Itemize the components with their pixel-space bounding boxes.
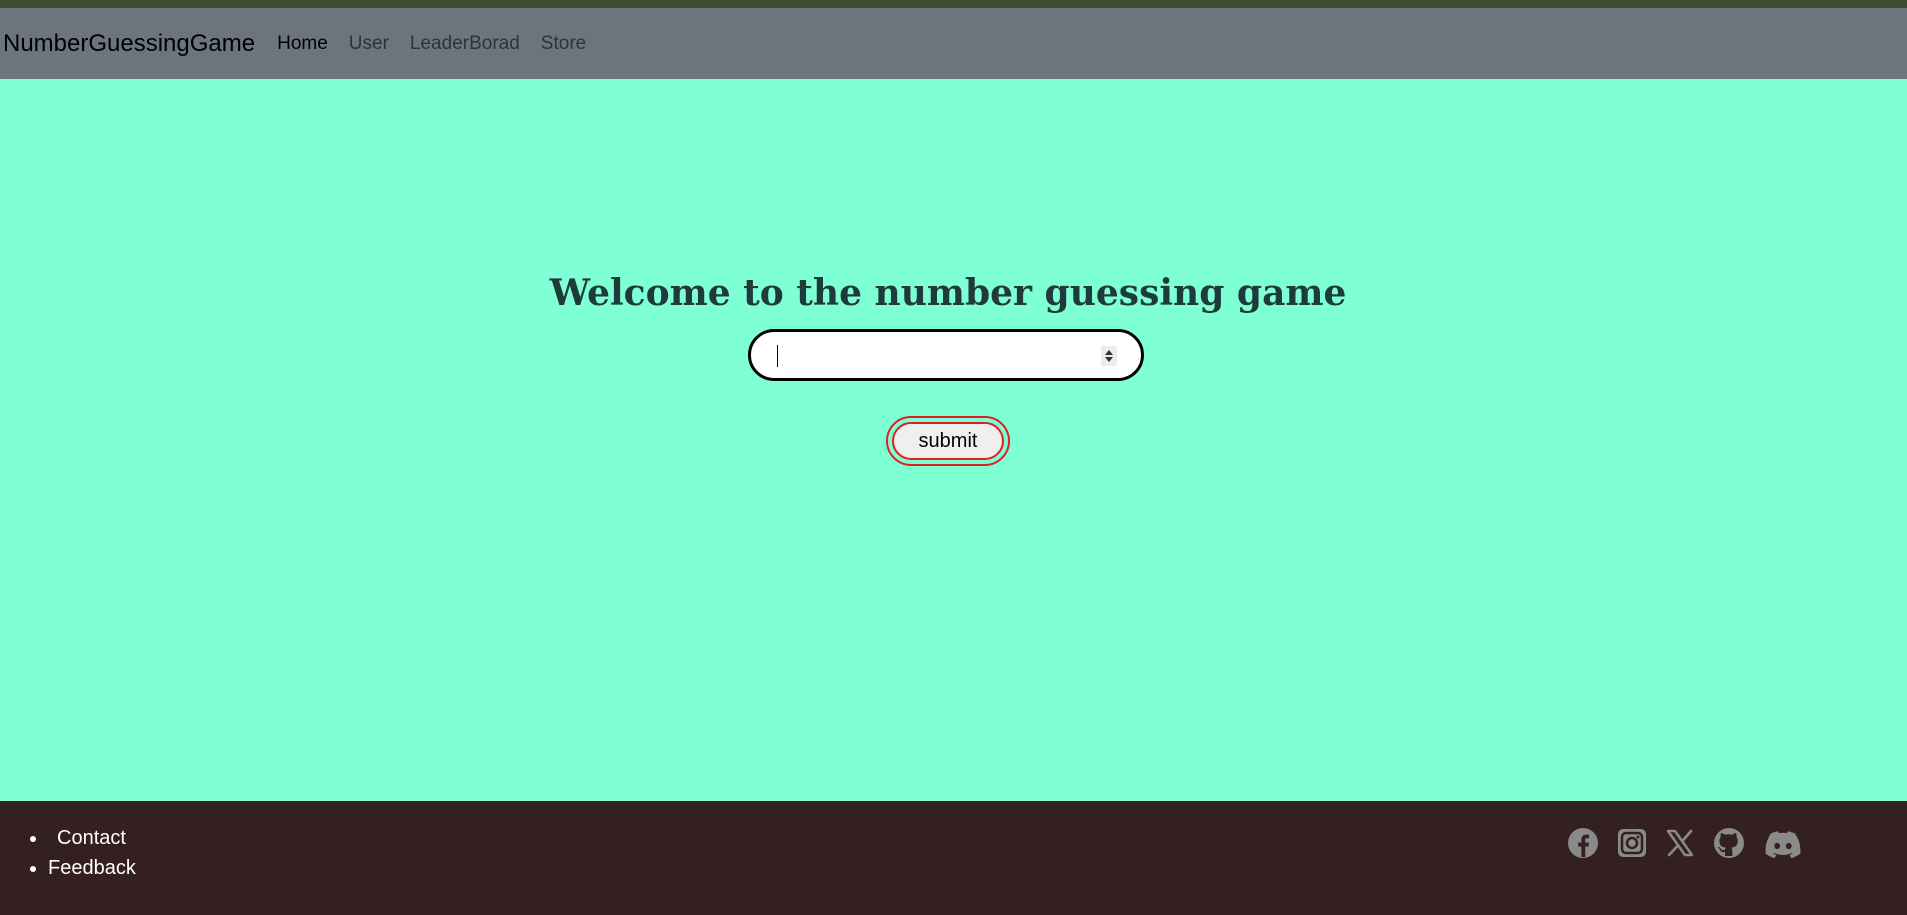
x-icon[interactable] [1663, 826, 1697, 860]
submit-focus-ring: submit [886, 416, 1010, 466]
submit-button[interactable]: submit [892, 422, 1004, 460]
instagram-icon[interactable] [1615, 826, 1649, 860]
nav-user-link[interactable]: User [349, 33, 389, 55]
text-caret [777, 345, 778, 367]
main-content: Welcome to the number guessing game subm… [0, 79, 1907, 801]
feedback-link[interactable]: Feedback [48, 857, 136, 879]
discord-icon[interactable] [1764, 826, 1801, 860]
navbar: NumberGuessingGame Home User LeaderBorad… [0, 8, 1907, 79]
nav-store-link[interactable]: Store [541, 33, 586, 55]
brand-link[interactable]: NumberGuessingGame [3, 30, 255, 58]
facebook-icon[interactable] [1566, 826, 1600, 860]
top-strip [0, 0, 1907, 8]
spinner-down-icon[interactable] [1105, 357, 1113, 362]
guess-number-input[interactable] [748, 329, 1144, 381]
github-icon[interactable] [1712, 826, 1746, 860]
number-spinner[interactable] [1101, 346, 1117, 366]
nav-home-link[interactable]: Home [277, 33, 328, 55]
nav-leaderboard-link[interactable]: LeaderBorad [410, 33, 520, 55]
social-icons [0, 826, 1907, 860]
page-title: Welcome to the number guessing game [549, 272, 1347, 314]
page: NumberGuessingGame Home User LeaderBorad… [0, 0, 1907, 915]
spinner-up-icon[interactable] [1105, 350, 1113, 355]
